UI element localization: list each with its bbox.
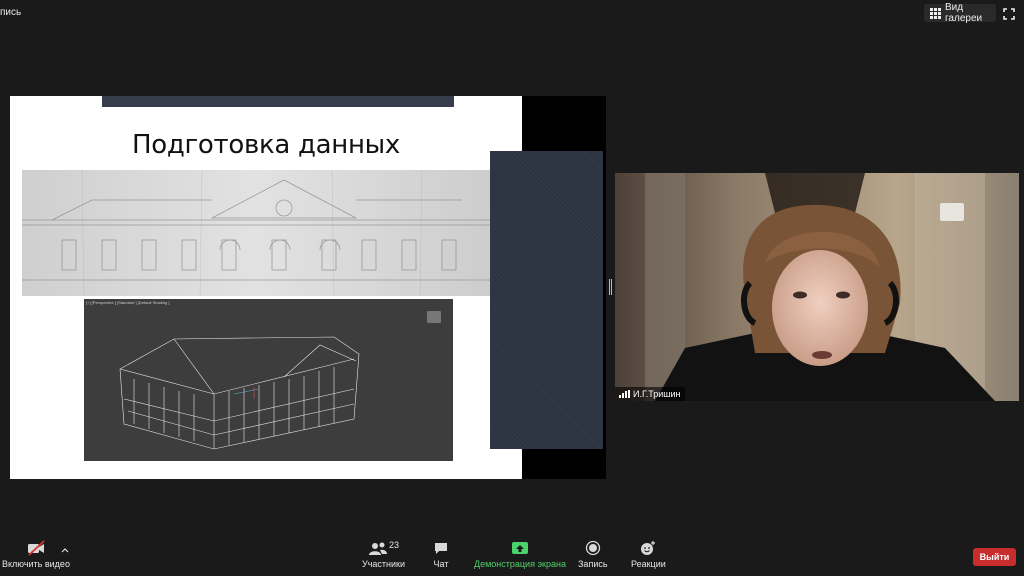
start-video-label: Включить видео [2,559,70,569]
grid-icon [930,7,941,19]
reactions-label: Реакции [631,559,666,569]
participant-video[interactable]: И.Г.Тришин [615,173,1019,401]
share-screen-icon [511,542,528,554]
slide-title: Подготовка данных [131,130,400,160]
participant-video-frame [615,173,1019,401]
facade-drawing-image [22,170,490,296]
camera-off-icon [27,540,45,556]
gallery-view-label: Вид галереи [945,2,983,24]
leave-meeting-button[interactable]: Выйти [973,548,1016,566]
chat-icon [435,543,447,554]
wireframe-render-image: [+] [Perspective ] [Standard ] [Default … [84,299,453,461]
participants-icon [368,542,387,555]
wireframe-building [119,336,360,450]
share-screen-button[interactable]: Демонстрация экрана [474,540,566,569]
chat-button[interactable]: Чат [433,540,449,569]
slide-side-panel [490,151,603,449]
participants-label: Участники [362,559,405,569]
gallery-view-button[interactable]: Вид галереи [924,2,996,24]
reactions-button[interactable]: Реакции [631,540,666,569]
participant-name: И.Г.Тришин [633,389,681,399]
presentation-slide: Подготовка данных [+] [Perspective] [St… [10,96,522,479]
start-video-button[interactable]: Включить видео [2,540,70,569]
splitter-handle[interactable] [609,279,612,295]
record-button[interactable]: Запись [578,540,608,569]
slide-header-bar [102,96,454,107]
fullscreen-icon[interactable] [1003,8,1015,20]
record-icon [585,540,600,556]
reactions-icon [641,541,656,555]
participant-name-tag: И.Г.Тришин [615,387,685,401]
share-screen-label: Демонстрация экрана [474,559,566,569]
record-label: Запись [578,559,608,569]
chat-label: Чат [433,559,449,569]
participants-count: 23 [388,540,399,550]
recording-label: пись [0,7,22,18]
chevron-up-icon[interactable] [61,547,69,553]
participants-button[interactable]: 23 Участники [362,540,405,569]
signal-icon [619,390,630,398]
